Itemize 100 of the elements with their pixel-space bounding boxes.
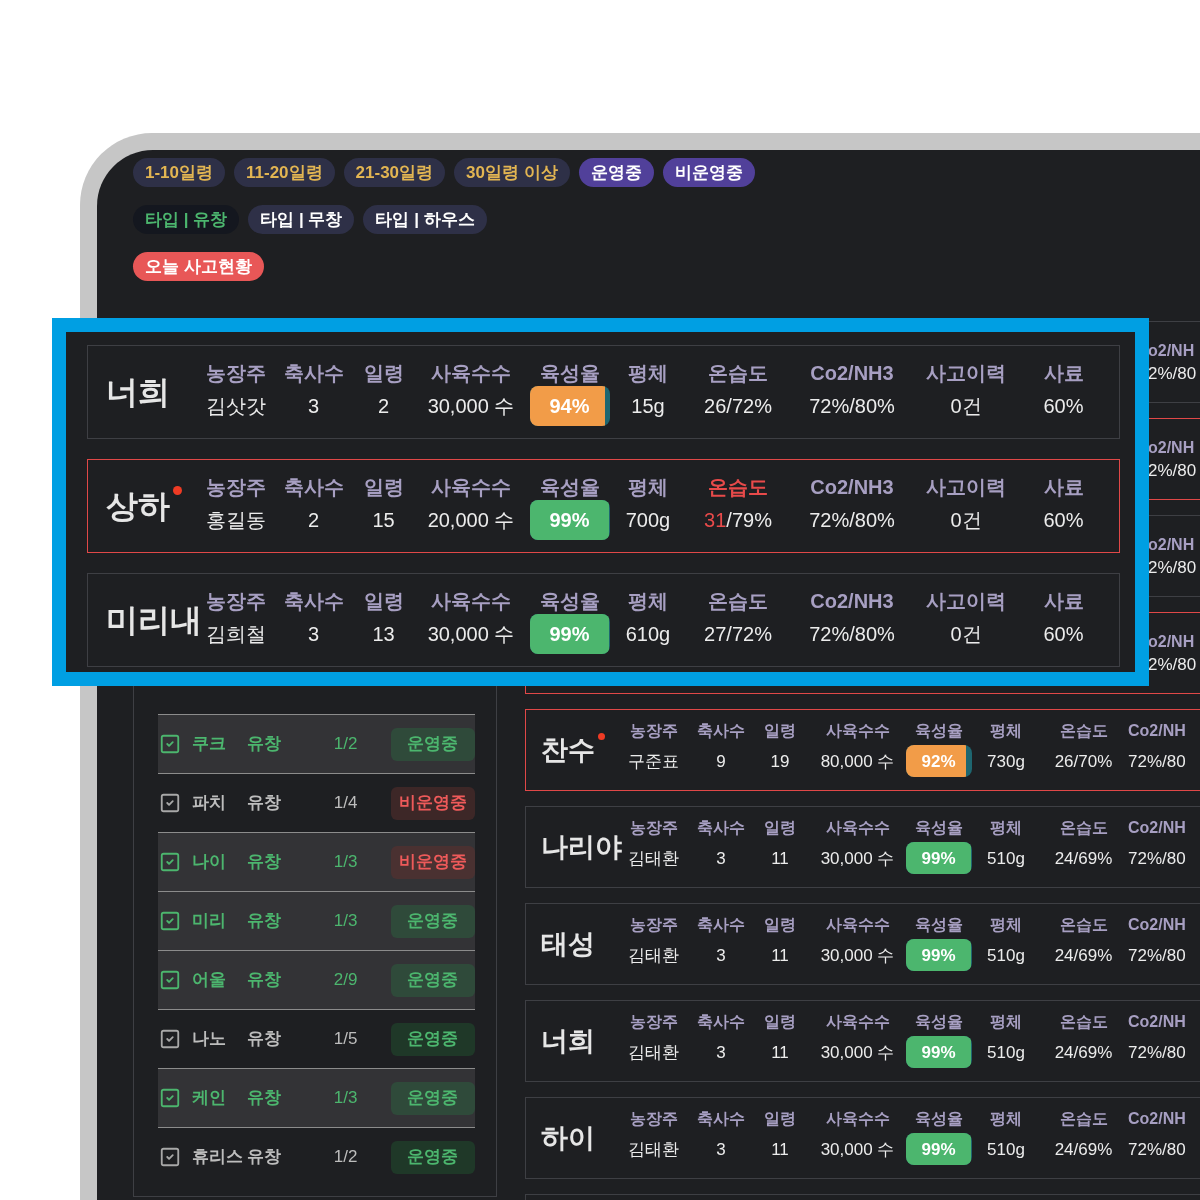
status-badge: 비운영중	[390, 786, 475, 820]
checkbox[interactable]	[159, 1146, 181, 1168]
field-label: Co2/NH	[1128, 1111, 1186, 1127]
farm-name: 태성	[541, 930, 595, 958]
filter-tag[interactable]: 21-30일령	[343, 158, 446, 187]
house-ratio: 1/2	[332, 1146, 359, 1169]
field-label: 사육수수	[431, 590, 511, 611]
field-label: 온습도	[708, 476, 768, 497]
filter-tag[interactable]: 11-20일령	[234, 158, 335, 187]
field-label: 평체	[628, 476, 668, 497]
field-value: 0건	[950, 509, 982, 530]
farm-type: 유창	[246, 1028, 282, 1051]
field-label: 축사수	[283, 362, 344, 383]
field-label: 일령	[363, 590, 404, 611]
field-label: Co2/NH	[1128, 723, 1186, 739]
checkbox[interactable]	[159, 792, 181, 814]
field-label: 농장주	[206, 476, 266, 497]
filter-tag[interactable]: 타입 | 유창	[133, 205, 240, 234]
rate-value: 99%	[548, 507, 591, 533]
field-label: 온습도	[1059, 820, 1108, 836]
field-label: 사료	[1043, 362, 1084, 383]
field-label: Co2/NH	[1128, 917, 1186, 933]
field-label: 사육수수	[825, 723, 890, 739]
field-label: 온습도	[1059, 1014, 1108, 1030]
farm-row[interactable]: 미리 유창 1/3 운영중	[158, 891, 475, 950]
farm-type: 유창	[246, 851, 282, 874]
field-value: 610g	[625, 623, 671, 644]
field-value: 김희철	[206, 623, 266, 644]
field-label: Co2/NH3	[810, 362, 894, 383]
farm-name: 미리내	[106, 604, 202, 636]
field-label: 육성율	[914, 820, 963, 836]
checkbox[interactable]	[159, 733, 181, 755]
farm-row[interactable]: 케인 유창 1/3 운영중	[158, 1068, 475, 1127]
checkbox[interactable]	[159, 1087, 181, 1109]
rate-value: 99%	[920, 944, 957, 967]
field-value: 3	[307, 395, 320, 416]
field-label: 평체	[990, 1111, 1022, 1127]
field-value: 24/69%	[1054, 946, 1113, 964]
field-label: 일령	[764, 820, 796, 836]
farm-name: 휴리스	[192, 1146, 244, 1169]
field-value: 24/69%	[1054, 1043, 1113, 1061]
field-label: 농장주	[629, 723, 678, 739]
status-badge: 비운영중	[390, 845, 475, 879]
filter-tag[interactable]: 타입 | 무창	[248, 205, 355, 234]
field-label: 사육수수	[825, 820, 890, 836]
field-label: 농장주	[629, 917, 678, 933]
farm-name: 쿠크	[192, 733, 227, 756]
farm-row[interactable]: 쿠크 유창 1/2 운영중	[158, 714, 475, 773]
field-value: 13	[372, 623, 395, 644]
field-label: 육성율	[914, 917, 963, 933]
filter-tag[interactable]: 비운영중	[662, 158, 755, 187]
farm-type: 유창	[246, 969, 282, 992]
field-label: 농장주	[629, 820, 678, 836]
field-value: 27/72%	[704, 623, 772, 644]
house-ratio: 1/5	[332, 1028, 359, 1051]
checkbox[interactable]	[159, 969, 181, 991]
filter-tag[interactable]: 타입 | 하우스	[363, 205, 487, 234]
house-ratio: 1/3	[332, 851, 359, 874]
field-value: 60%	[1043, 395, 1084, 416]
rate-value: 99%	[548, 621, 591, 647]
filter-tag[interactable]: 오늘 사고현황	[133, 252, 264, 281]
field-value: 구준표	[628, 752, 679, 770]
status-badge: 운영중	[390, 963, 475, 997]
field-value: 15g	[631, 395, 665, 416]
house-ratio: 2/9	[332, 969, 359, 992]
field-label: 온습도	[708, 362, 768, 383]
farm-name: 나리야	[541, 833, 622, 861]
field-value: 2	[307, 509, 320, 530]
field-label: 평체	[990, 723, 1022, 739]
field-value: 60%	[1043, 509, 1084, 530]
field-label: 육성율	[539, 590, 600, 611]
farm-type: 유창	[246, 1087, 282, 1110]
field-label: 평체	[628, 362, 668, 383]
checkbox[interactable]	[159, 851, 181, 873]
field-label: 사료	[1043, 476, 1084, 497]
field-label: 사고이력	[926, 590, 1006, 611]
farm-type: 유창	[246, 1146, 282, 1169]
farm-row[interactable]: 나이 유창 1/3 비운영중	[158, 832, 475, 891]
field-label: o2/NH	[1148, 439, 1195, 456]
farm-name: 상하	[106, 490, 170, 522]
field-label: 축사수	[697, 1111, 745, 1127]
field-label: 농장주	[629, 1111, 678, 1127]
filter-tag[interactable]: 운영중	[578, 158, 654, 187]
field-label: 축사수	[283, 476, 344, 497]
field-value: 72%/80	[1128, 1140, 1186, 1158]
farm-name: 너희	[541, 1027, 595, 1055]
filter-tag[interactable]: 30일령 이상	[454, 158, 570, 187]
field-label: 사육수수	[825, 917, 890, 933]
field-value: 72%/80%	[809, 509, 895, 530]
filter-tag[interactable]: 1-10일령	[133, 158, 226, 187]
farm-name: 어울	[192, 969, 227, 992]
farm-name: 나이	[192, 851, 227, 874]
checkbox[interactable]	[159, 910, 181, 932]
field-label: 일령	[764, 1111, 796, 1127]
farm-name: 하이	[541, 1124, 595, 1152]
field-value: 11	[771, 1140, 789, 1158]
farm-row[interactable]: 어울 유창 2/9 운영중	[158, 950, 475, 1009]
field-value: 3	[307, 623, 320, 644]
checkbox[interactable]	[159, 1028, 181, 1050]
field-label: 온습도	[1059, 917, 1108, 933]
